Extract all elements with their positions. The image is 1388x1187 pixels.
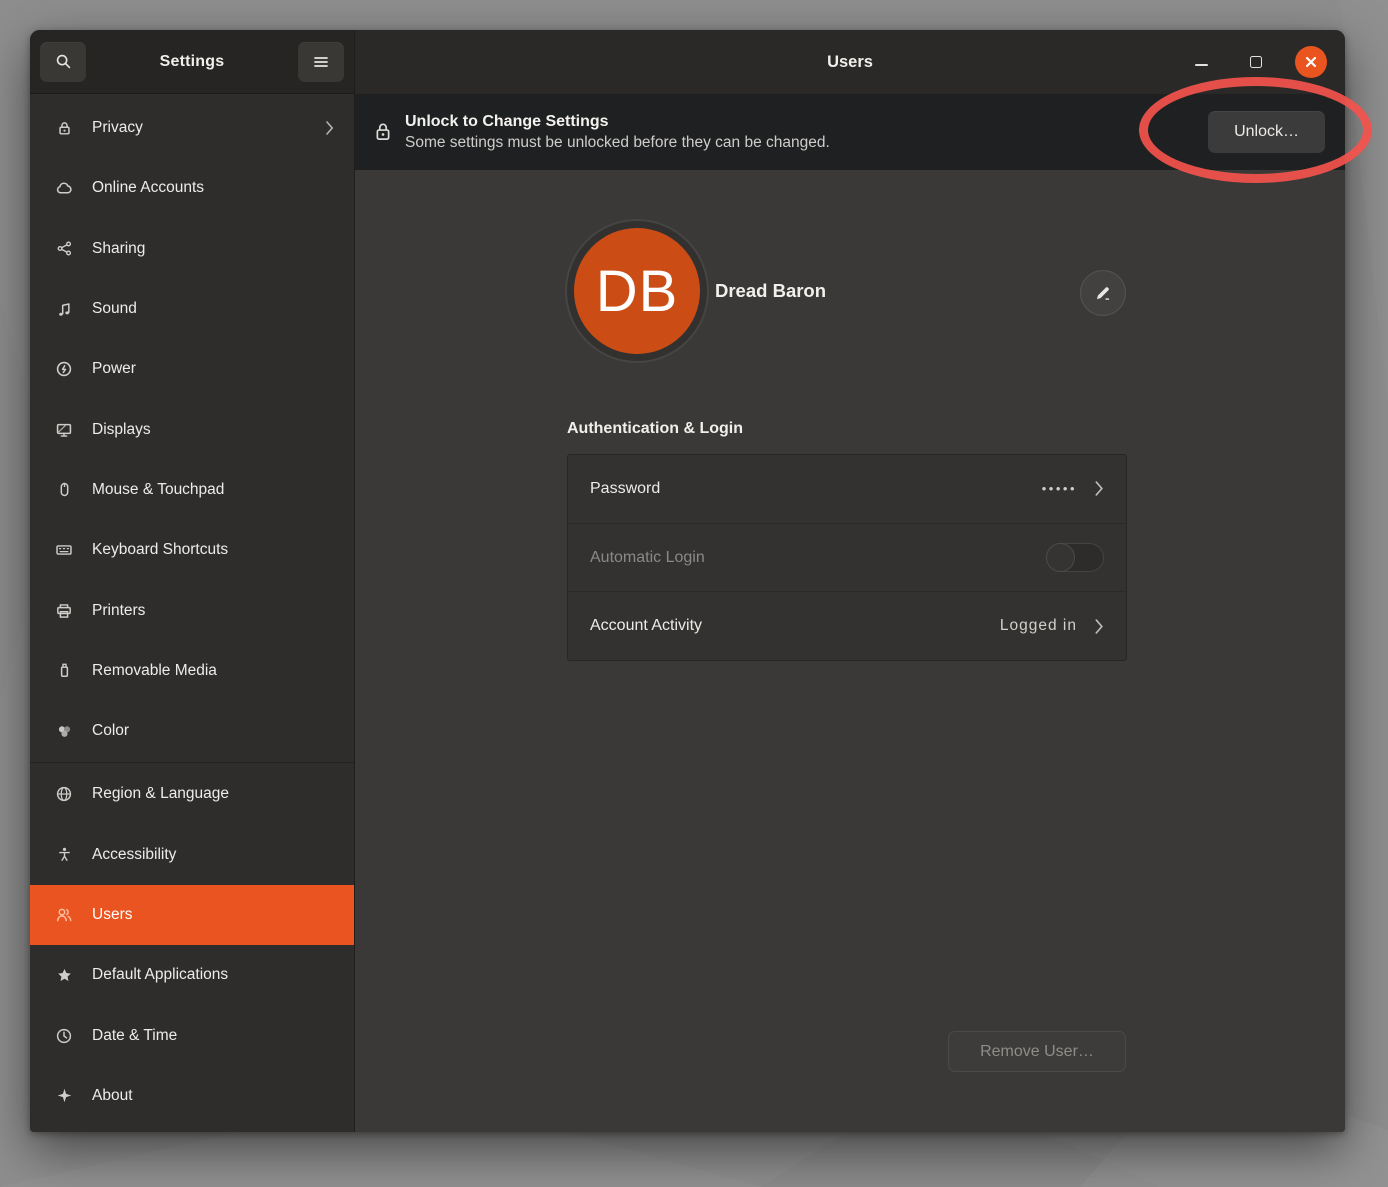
settings-window: Settings Privacy Online Accounts Sharing [30, 30, 1345, 1132]
sidebar-item-label: Keyboard Shortcuts [92, 541, 334, 559]
users-icon [54, 905, 74, 925]
printer-icon [54, 601, 74, 621]
sidebar-list: Privacy Online Accounts Sharing Sound Po… [30, 94, 354, 1132]
unlock-banner-title: Unlock to Change Settings [405, 113, 1208, 131]
sidebar-item-default-applications[interactable]: Default Applications [30, 945, 354, 1005]
main-panel: Users Unlock to Change Settings Some set… [355, 30, 1345, 1132]
sidebar-item-online-accounts[interactable]: Online Accounts [30, 158, 354, 218]
sidebar-item-label: Accessibility [92, 846, 334, 864]
account-activity-row[interactable]: Account Activity Logged in [568, 591, 1126, 660]
sidebar-divider [30, 762, 354, 763]
search-button[interactable] [40, 42, 86, 82]
window-controls [1185, 30, 1327, 94]
toggle-knob [1046, 543, 1075, 572]
sidebar-item-label: Online Accounts [92, 179, 334, 197]
close-icon [1304, 55, 1318, 69]
chevron-right-icon [1095, 481, 1104, 496]
sidebar-item-label: Users [92, 906, 334, 924]
unlock-button[interactable]: Unlock… [1208, 111, 1325, 153]
music-note-icon [54, 299, 74, 319]
sidebar-item-mouse-touchpad[interactable]: Mouse & Touchpad [30, 460, 354, 520]
unlock-banner: Unlock to Change Settings Some settings … [355, 94, 1345, 170]
user-avatar[interactable]: DB [565, 219, 709, 363]
password-value: ••••• [1042, 481, 1077, 496]
sidebar-item-label: Default Applications [92, 966, 334, 984]
sidebar-item-label: Region & Language [92, 785, 334, 803]
sidebar-item-region-language[interactable]: Region & Language [30, 764, 354, 824]
sidebar-item-about[interactable]: About [30, 1066, 354, 1126]
sidebar-item-label: Displays [92, 421, 334, 439]
user-full-name: Dread Baron [715, 280, 826, 302]
page-title: Users [827, 53, 873, 72]
sidebar-item-label: Date & Time [92, 1027, 334, 1045]
chevron-right-icon [1095, 619, 1104, 634]
sidebar: Settings Privacy Online Accounts Sharing [30, 30, 355, 1132]
keyboard-icon [54, 540, 74, 560]
sidebar-item-accessibility[interactable]: Accessibility [30, 825, 354, 885]
globe-icon [54, 784, 74, 804]
sidebar-item-label: Removable Media [92, 662, 334, 680]
hamburger-menu-icon [313, 55, 329, 69]
lock-icon [373, 121, 393, 143]
primary-menu-button[interactable] [298, 42, 344, 82]
sidebar-item-label: Sound [92, 300, 334, 318]
unlock-banner-subtitle: Some settings must be unlocked before th… [405, 134, 1208, 152]
sidebar-item-label: Privacy [92, 119, 326, 137]
color-circles-icon [54, 721, 74, 741]
sidebar-title: Settings [160, 53, 225, 71]
account-activity-label: Account Activity [590, 617, 1000, 635]
sidebar-item-label: Printers [92, 602, 334, 620]
sidebar-item-label: About [92, 1087, 334, 1105]
users-content: DB Dread Baron Authentication & Login Pa… [355, 170, 1345, 1132]
auth-section-title: Authentication & Login [567, 420, 743, 438]
sparkle-icon [54, 1086, 74, 1106]
sidebar-item-label: Mouse & Touchpad [92, 481, 334, 499]
maximize-button[interactable] [1240, 46, 1272, 78]
account-activity-value: Logged in [1000, 617, 1077, 635]
automatic-login-toggle[interactable] [1046, 543, 1104, 572]
avatar-initials: DB [574, 228, 700, 354]
sidebar-item-sharing[interactable]: Sharing [30, 219, 354, 279]
sidebar-item-power[interactable]: Power [30, 339, 354, 399]
automatic-login-row: Automatic Login [568, 523, 1126, 592]
lock-icon [54, 118, 74, 138]
minimize-button[interactable] [1185, 46, 1217, 78]
sidebar-item-removable-media[interactable]: Removable Media [30, 641, 354, 701]
usb-drive-icon [54, 661, 74, 681]
sidebar-item-label: Sharing [92, 240, 334, 258]
clock-icon [54, 1026, 74, 1046]
sidebar-item-label: Color [92, 722, 334, 740]
titlebar[interactable]: Users [355, 30, 1345, 94]
pencil-icon [1094, 284, 1112, 302]
unlock-banner-text: Unlock to Change Settings Some settings … [405, 113, 1208, 152]
automatic-login-label: Automatic Login [590, 549, 1046, 567]
sidebar-item-date-time[interactable]: Date & Time [30, 1005, 354, 1065]
password-row[interactable]: Password ••••• [568, 455, 1126, 523]
auth-login-card: Password ••••• Automatic Login Account A… [567, 454, 1127, 661]
star-icon [54, 965, 74, 985]
sidebar-item-keyboard-shortcuts[interactable]: Keyboard Shortcuts [30, 520, 354, 580]
close-button[interactable] [1295, 46, 1327, 78]
sidebar-item-color[interactable]: Color [30, 701, 354, 761]
sidebar-item-label: Power [92, 360, 334, 378]
power-icon [54, 359, 74, 379]
sidebar-item-displays[interactable]: Displays [30, 399, 354, 459]
edit-name-button[interactable] [1080, 270, 1126, 316]
cloud-icon [54, 178, 74, 198]
accessibility-icon [54, 845, 74, 865]
share-icon [54, 239, 74, 259]
maximize-icon [1250, 56, 1262, 68]
chevron-right-icon [326, 121, 334, 135]
sidebar-item-users[interactable]: Users [30, 885, 354, 945]
mouse-icon [54, 480, 74, 500]
search-icon [55, 53, 72, 70]
minimize-icon [1195, 64, 1208, 66]
remove-user-button[interactable]: Remove User… [948, 1031, 1126, 1072]
sidebar-item-privacy[interactable]: Privacy [30, 98, 354, 158]
sidebar-header: Settings [30, 30, 354, 94]
sidebar-item-sound[interactable]: Sound [30, 279, 354, 339]
display-icon [54, 420, 74, 440]
sidebar-item-printers[interactable]: Printers [30, 580, 354, 640]
password-label: Password [590, 480, 1042, 498]
